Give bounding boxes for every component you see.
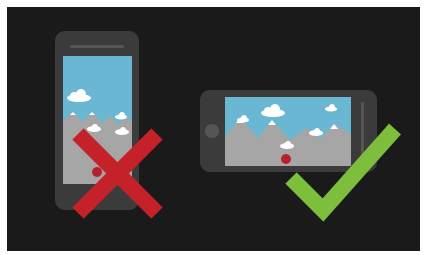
phone-landscape-icon	[200, 90, 377, 172]
orientation-illustration	[55, 31, 401, 222]
landscape-phone-speaker	[361, 102, 364, 160]
image-frame	[0, 0, 426, 255]
record-button-icon	[92, 167, 102, 177]
record-button-icon	[281, 154, 291, 164]
landscape-phone-home-button	[205, 124, 219, 138]
portrait-phone-speaker	[70, 45, 124, 48]
